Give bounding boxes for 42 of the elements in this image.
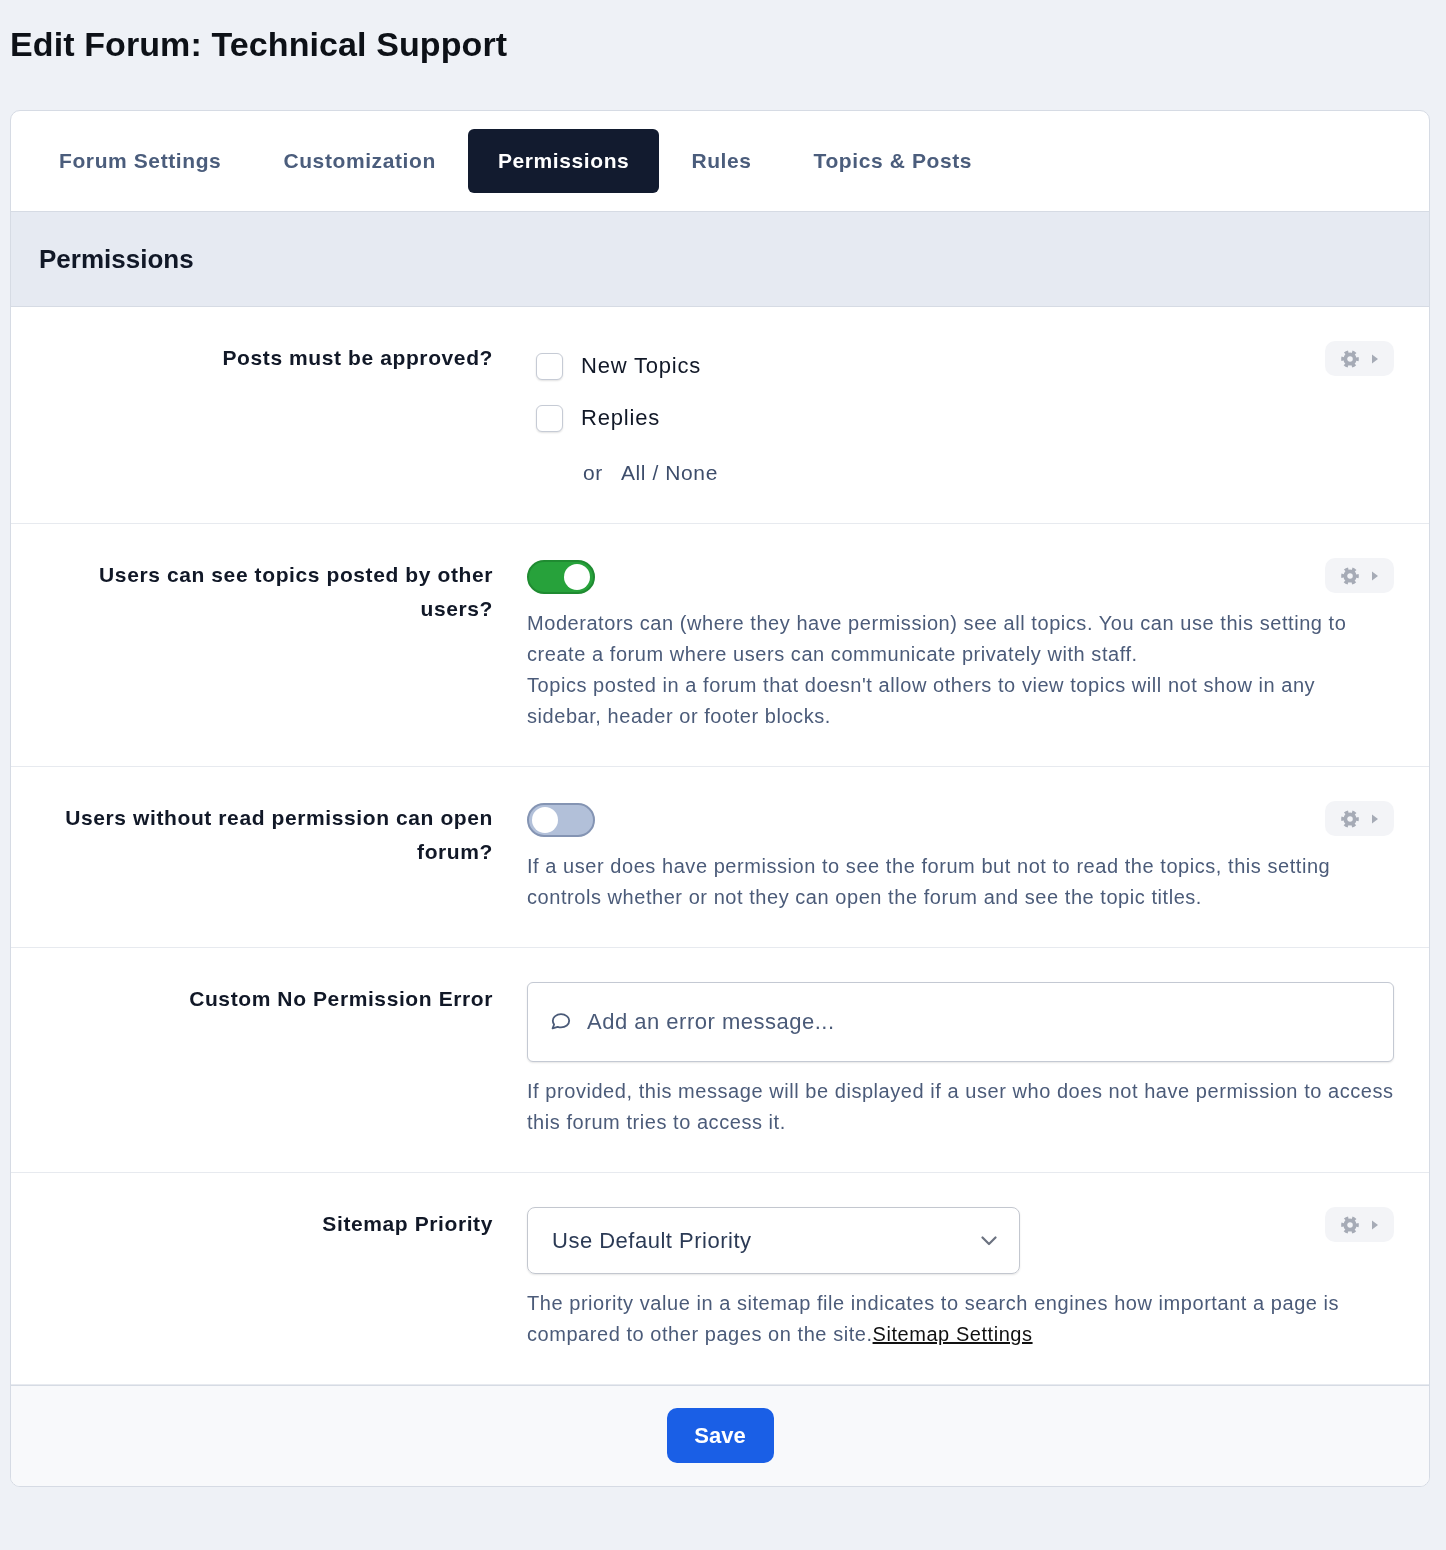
or-text: or xyxy=(583,461,603,485)
help-text: Topics posted in a forum that doesn't allow others to view topics will not show in any sidebar, header or footer blocks. xyxy=(527,673,1317,729)
option-label: Replies xyxy=(581,405,660,431)
page-title: Edit Forum: Technical Support xyxy=(10,24,508,65)
setting-label: Users without read permission can open forum? xyxy=(65,806,493,863)
settings-menu-button[interactable] xyxy=(1325,801,1394,836)
tab[interactable]: Rules xyxy=(661,129,782,193)
settings-menu-button[interactable] xyxy=(1325,341,1394,376)
caret-right-icon xyxy=(1372,1219,1378,1230)
tab[interactable]: Forum Settings xyxy=(29,129,252,193)
checkbox[interactable] xyxy=(536,352,563,380)
setting-label: Sitemap Priority xyxy=(322,1212,493,1235)
help-text: If provided, this message will be displayed if a user who does not have permission to access this forum tries to access it. xyxy=(527,1079,1394,1135)
setting-label: Users can see topics posted by other users? xyxy=(99,563,493,620)
caret-right-icon xyxy=(1372,570,1378,581)
tab[interactable]: Customization xyxy=(253,129,466,193)
all-none-link[interactable]: All / None xyxy=(620,461,718,485)
help-text: If a user does have permission to see the forum but not to read the topics, this setting controls whether or not they can open the forum and see the topic titles. xyxy=(527,854,1332,910)
toggle-switch[interactable] xyxy=(527,560,595,594)
settings-menu-button[interactable] xyxy=(1325,1207,1394,1242)
tab[interactable]: Permissions xyxy=(467,129,660,193)
help-text: The priority value in a sitemap file indicates to search engines how important a page is compared to other pages on the site.Sitemap Settings xyxy=(527,1291,1341,1347)
priority-select[interactable]: Use Default Priority xyxy=(527,1207,1020,1274)
chevron-down-icon xyxy=(981,1235,997,1246)
gear-icon xyxy=(1341,349,1359,368)
sitemap-settings-link[interactable]: Sitemap Settings xyxy=(872,1323,1033,1345)
save-button[interactable]: Save xyxy=(666,1408,774,1463)
gear-icon xyxy=(1341,566,1359,585)
toggle-switch[interactable] xyxy=(527,803,595,837)
gear-icon xyxy=(1341,809,1359,828)
option-label: New Topics xyxy=(581,353,702,379)
tab[interactable]: Topics & Posts xyxy=(783,129,1003,193)
gear-icon xyxy=(1341,1215,1359,1234)
setting-label: Posts must be approved? xyxy=(222,346,493,369)
section-title: Permissions xyxy=(39,243,194,275)
caret-right-icon xyxy=(1372,813,1378,824)
checkbox[interactable] xyxy=(536,404,563,432)
help-text: Moderators can (where they have permission) see all topics. You can use this setting to create a forum where users can communicate privately with staff. xyxy=(527,611,1348,667)
settings-menu-button[interactable] xyxy=(1325,558,1394,593)
caret-right-icon xyxy=(1372,353,1378,364)
setting-label: Custom No Permission Error xyxy=(189,987,493,1010)
error-message-field[interactable]: Add an error message... xyxy=(527,982,1394,1062)
